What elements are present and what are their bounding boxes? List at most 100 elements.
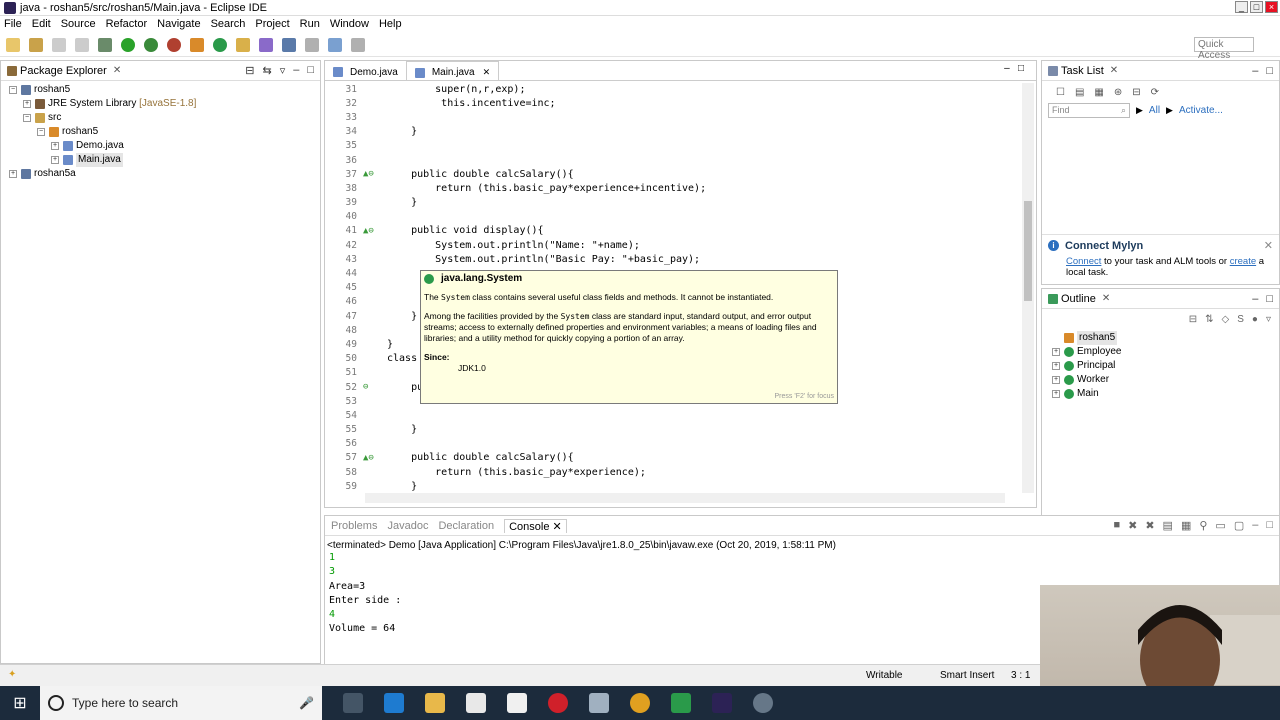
tab-declaration[interactable]: Declaration [438,520,494,532]
outline-item-worker[interactable]: + Worker [1052,373,1279,387]
horizontal-scrollbar[interactable] [365,493,1005,503]
minimize-button[interactable]: _ [1235,1,1248,13]
code-line[interactable]: 57 ▲⊖ public double calcSalary(){ [325,451,1025,465]
scroll-lock-icon[interactable]: ▦ [1181,519,1191,532]
tab-main-java[interactable]: Main.java ✕ [405,61,500,80]
menu-file[interactable]: File [4,18,22,30]
menu-window[interactable]: Window [330,18,369,30]
quick-access-input[interactable]: Quick Access [1194,37,1254,61]
code-line[interactable]: 54 [325,408,1025,422]
close-icon[interactable]: ✕ [553,521,562,533]
terminate-icon[interactable]: ■ [1113,519,1120,532]
minimize-view-icon[interactable]: – [1252,65,1258,77]
minimize-view-icon[interactable]: – [1252,519,1258,532]
maximize-view-icon[interactable]: □ [307,64,314,77]
file-explorer-icon[interactable] [425,693,445,713]
code-line[interactable]: 34 } [325,125,1025,139]
activate-link[interactable]: Activate... [1179,105,1223,116]
menu-run[interactable]: Run [300,18,320,30]
open-console-icon[interactable]: ▢ [1234,519,1244,532]
chrome-icon[interactable] [630,693,650,713]
new-package-icon[interactable] [190,37,204,52]
tree-item-main[interactable]: + Main.java [9,153,320,167]
collapse-icon[interactable]: ⊟ [1132,87,1140,98]
outline-item-package[interactable]: roshan5 [1052,331,1279,345]
menu-refactor[interactable]: Refactor [106,18,148,30]
taskbar-search[interactable]: Type here to search 🎤 [40,686,322,720]
menu-search[interactable]: Search [211,18,246,30]
tab-javadoc[interactable]: Javadoc [387,520,428,532]
code-line[interactable]: 43 System.out.println("Basic Pay: "+basi… [325,252,1025,266]
code-line[interactable]: 33 [325,110,1025,124]
clock-app-icon[interactable] [753,693,773,713]
tree-item-project[interactable]: − roshan5 [9,83,320,97]
forward-icon[interactable] [351,37,365,52]
view-menu-icon[interactable]: ▿ [280,64,286,77]
menu-navigate[interactable]: Navigate [157,18,200,30]
all-filter-link[interactable]: All [1149,105,1160,116]
maximize-view-icon[interactable]: □ [1266,519,1273,532]
save-all-icon[interactable] [75,37,89,52]
sync-icon[interactable]: ⟳ [1151,87,1159,98]
search-icon[interactable] [259,37,273,52]
tree-item-jre[interactable]: + JRE System Library [JavaSE-1.8] [9,97,320,111]
opera-icon[interactable] [548,693,568,713]
save-icon[interactable] [52,37,66,52]
tab-demo-java[interactable]: Demo.java [325,61,406,80]
code-line[interactable]: 36 [325,153,1025,167]
tab-console[interactable]: Console ✕ [504,518,567,533]
code-line[interactable]: 55 } [325,423,1025,437]
maximize-view-icon[interactable]: □ [1266,65,1273,77]
code-line[interactable]: 35 [325,139,1025,153]
edge-icon[interactable] [384,693,404,713]
task-view-icon[interactable] [343,693,363,713]
outline-item-main[interactable]: + Main [1052,387,1279,401]
filter-icon[interactable]: ⊛ [1114,87,1122,98]
store-icon[interactable] [466,693,486,713]
code-line[interactable]: 32 this.incentive=inc; [325,96,1025,110]
clear-console-icon[interactable]: ▤ [1163,519,1173,532]
tree-item-demo[interactable]: + Demo.java [9,139,320,153]
new-class-icon[interactable] [213,37,227,52]
open-type-icon[interactable] [236,37,250,52]
close-icon[interactable]: ✕ [1264,239,1273,252]
close-button[interactable]: × [1265,1,1278,13]
prev-annotation-icon[interactable] [282,37,296,52]
find-input[interactable]: Find ⌕ [1048,103,1130,118]
editor-min-max[interactable]: – □ [1004,63,1024,74]
maximize-view-icon[interactable]: □ [1266,293,1273,305]
hide-fields-icon[interactable]: ◇ [1222,314,1230,325]
code-line[interactable]: 56 [325,437,1025,451]
menu-edit[interactable]: Edit [32,18,51,30]
close-icon[interactable]: ✕ [1110,65,1118,76]
code-line[interactable]: 42 System.out.println("Name: "+name); [325,238,1025,252]
code-line[interactable]: 37 ▲⊖ public double calcSalary(){ [325,167,1025,181]
menu-source[interactable]: Source [61,18,96,30]
display-console-icon[interactable]: ▭ [1215,519,1225,532]
code-line[interactable]: 31 super(n,r,exp); [325,82,1025,96]
new-task-icon[interactable]: ☐ [1056,87,1065,98]
new-icon[interactable] [6,37,20,52]
code-line[interactable]: 58 return (this.basic_pay*experience); [325,465,1025,479]
external-tools-icon[interactable] [167,37,181,52]
code-line[interactable]: 40 [325,210,1025,224]
tree-item-project2[interactable]: + roshan5a [9,167,320,181]
maximize-button[interactable]: □ [1250,1,1263,13]
tree-item-package[interactable]: − roshan5 [9,125,320,139]
debug-icon[interactable] [98,37,112,52]
sort-icon[interactable]: ⇅ [1205,314,1213,325]
connect-link[interactable]: Connect [1066,256,1101,267]
tab-problems[interactable]: Problems [331,520,377,532]
back-icon[interactable] [328,37,342,52]
code-line[interactable]: 39 } [325,196,1025,210]
mail-icon[interactable] [507,693,527,713]
remove-launch-icon[interactable]: ✖ [1128,519,1137,532]
categorized-icon[interactable]: ▤ [1075,87,1084,98]
collapse-all-icon[interactable]: ⊟ [245,64,254,77]
pin-console-icon[interactable]: ⚲ [1199,519,1207,532]
minimize-view-icon[interactable]: – [1252,293,1258,305]
tree-item-src[interactable]: − src [9,111,320,125]
app-icon[interactable] [589,693,609,713]
vertical-scrollbar[interactable] [1022,83,1034,493]
menu-project[interactable]: Project [255,18,289,30]
